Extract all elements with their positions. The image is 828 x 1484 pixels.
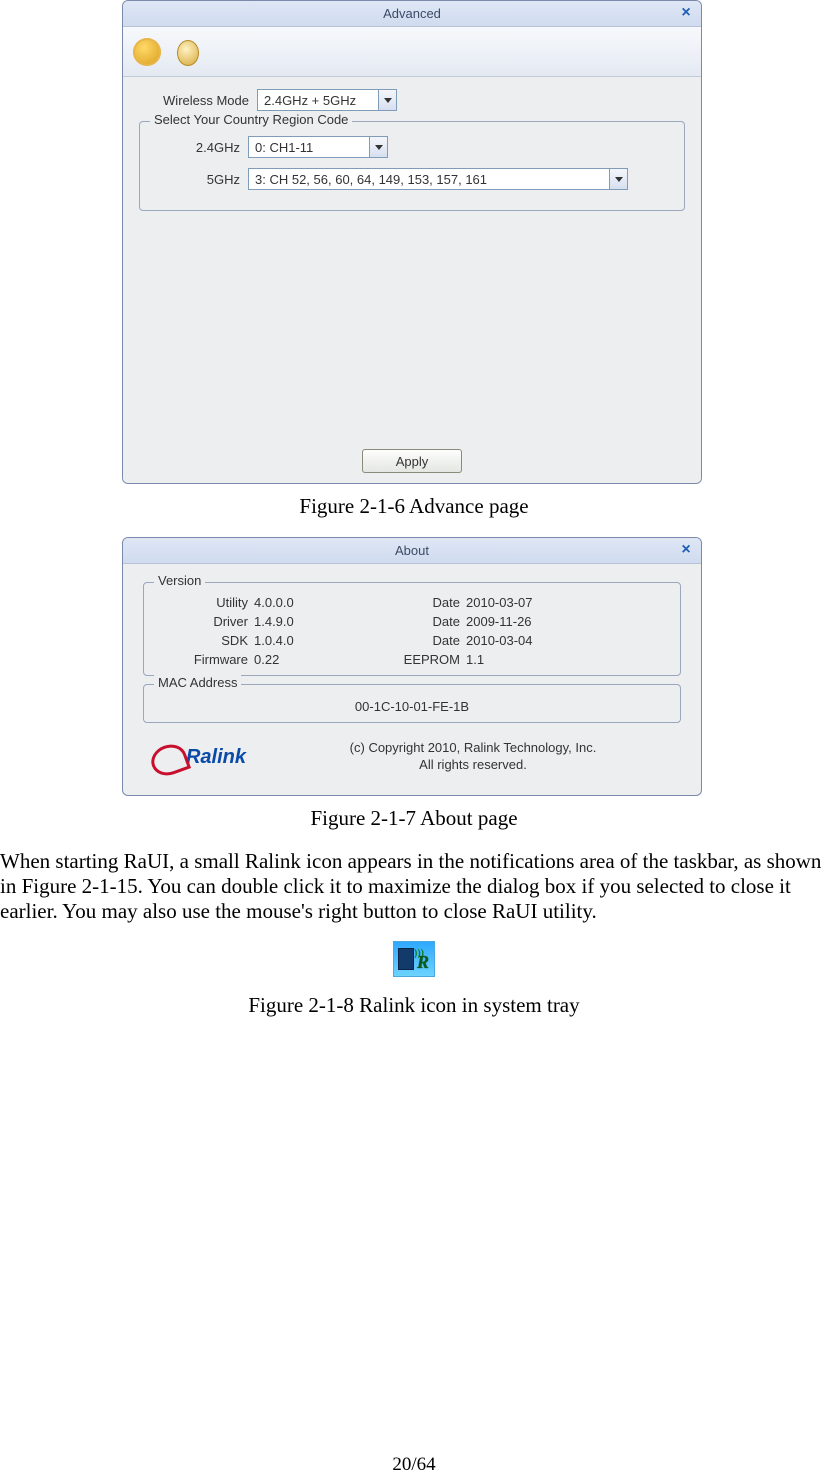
version-legend: Version	[154, 573, 205, 588]
advanced-title-bar: Advanced ×	[123, 1, 701, 27]
advanced-footer: Apply	[123, 439, 701, 483]
chevron-down-icon	[378, 90, 396, 110]
copyright-row: Ralink (c) Copyright 2010, Ralink Techno…	[143, 731, 681, 785]
about-title-bar: About ×	[123, 538, 701, 564]
version-row-label: EEPROM	[370, 652, 460, 667]
chevron-down-icon	[609, 169, 627, 189]
apply-button[interactable]: Apply	[362, 449, 462, 473]
version-row-label: Date	[370, 595, 460, 610]
version-row-label: Driver	[158, 614, 248, 629]
figure-caption-2: Figure 2-1-7 About page	[0, 806, 828, 831]
ralink-tray-icon[interactable]: ))) R	[393, 941, 435, 977]
advanced-dialog: Advanced × Wireless Mode 2.4GHz + 5GHz S…	[122, 0, 702, 484]
version-row-label: SDK	[158, 633, 248, 648]
chevron-down-icon	[369, 137, 387, 157]
band5-value: 3: CH 52, 56, 60, 64, 149, 153, 157, 161	[255, 172, 487, 187]
version-row-value: 1.4.9.0	[254, 614, 364, 629]
about-body: Version Utility 4.0.0.0 Date 2010-03-07 …	[123, 564, 701, 795]
figure-caption-1: Figure 2-1-6 Advance page	[0, 494, 828, 519]
body-paragraph: When starting RaUI, a small Ralink icon …	[0, 849, 828, 923]
version-row-label: Firmware	[158, 652, 248, 667]
gear-icon[interactable]	[129, 34, 165, 70]
figure-caption-3: Figure 2-1-8 Ralink icon in system tray	[0, 993, 828, 1018]
version-group: Version Utility 4.0.0.0 Date 2010-03-07 …	[143, 582, 681, 676]
page-number: 20/64	[0, 1454, 828, 1476]
mac-group: MAC Address 00-1C-10-01-FE-1B	[143, 684, 681, 723]
wireless-mode-select[interactable]: 2.4GHz + 5GHz	[257, 89, 397, 111]
version-row-value: 2010-03-04	[466, 633, 596, 648]
band5-label: 5GHz	[150, 172, 240, 187]
mac-legend: MAC Address	[154, 675, 241, 690]
close-icon[interactable]: ×	[677, 541, 695, 559]
band24-value: 0: CH1-11	[255, 140, 313, 155]
tray-r-letter: R	[417, 952, 429, 973]
ralink-logo: Ralink	[147, 737, 257, 777]
advanced-body: Wireless Mode 2.4GHz + 5GHz Select Your …	[123, 77, 701, 439]
band24-label: 2.4GHz	[150, 140, 240, 155]
version-row-value: 2010-03-07	[466, 595, 596, 610]
tray-icon-wrap: ))) R	[0, 941, 828, 983]
wireless-mode-value: 2.4GHz + 5GHz	[264, 93, 356, 108]
mac-value: 00-1C-10-01-FE-1B	[158, 697, 666, 714]
version-row-label: Utility	[158, 595, 248, 610]
version-row-value: 1.1	[466, 652, 596, 667]
wireless-mode-label: Wireless Mode	[139, 93, 249, 108]
band5-select[interactable]: 3: CH 52, 56, 60, 64, 149, 153, 157, 161	[248, 168, 628, 190]
version-row-label: Date	[370, 633, 460, 648]
close-icon[interactable]: ×	[677, 4, 695, 22]
certificate-icon[interactable]	[169, 34, 205, 70]
version-row-value: 0.22	[254, 652, 364, 667]
copyright-line2: All rights reserved.	[269, 757, 677, 774]
region-code-group: Select Your Country Region Code 2.4GHz 0…	[139, 121, 685, 211]
about-title: About	[395, 543, 429, 558]
copyright-line1: (c) Copyright 2010, Ralink Technology, I…	[269, 740, 677, 757]
version-row-label: Date	[370, 614, 460, 629]
version-row-value: 1.0.4.0	[254, 633, 364, 648]
version-row-value: 4.0.0.0	[254, 595, 364, 610]
ralink-logo-text: Ralink	[186, 746, 246, 769]
copyright-text: (c) Copyright 2010, Ralink Technology, I…	[269, 740, 677, 774]
band24-select[interactable]: 0: CH1-11	[248, 136, 388, 158]
region-code-legend: Select Your Country Region Code	[150, 112, 352, 127]
version-row-value: 2009-11-26	[466, 614, 596, 629]
about-dialog: About × Version Utility 4.0.0.0 Date 201…	[122, 537, 702, 796]
advanced-toolbar	[123, 27, 701, 77]
version-grid: Utility 4.0.0.0 Date 2010-03-07 Driver 1…	[158, 595, 666, 667]
advanced-title: Advanced	[383, 6, 441, 21]
